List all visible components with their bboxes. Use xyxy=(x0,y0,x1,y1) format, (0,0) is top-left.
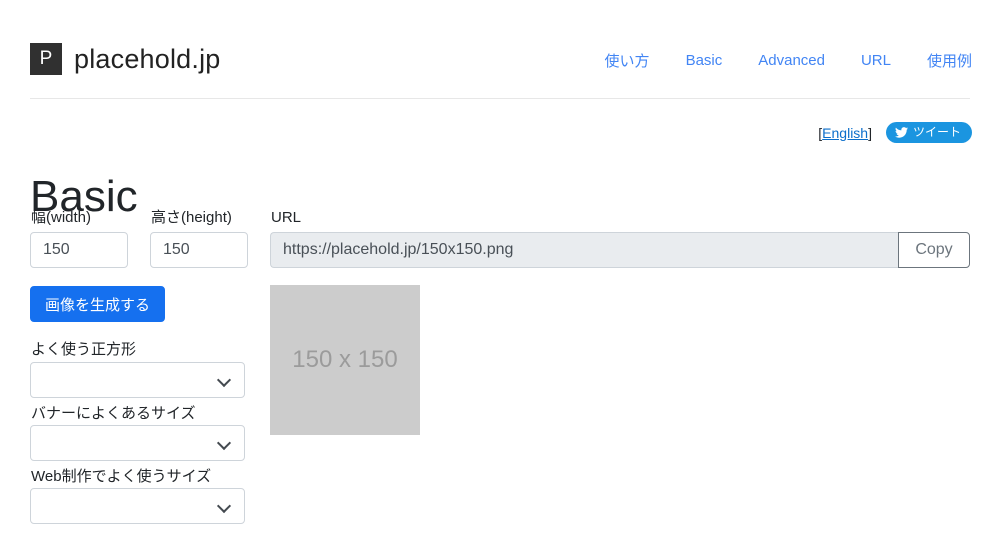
generate-image-button[interactable]: 画像を生成する xyxy=(30,286,166,322)
brand-name: placehold.jp xyxy=(74,43,221,74)
tweet-button-label: ツイート xyxy=(912,125,961,139)
web-size-select-wrap xyxy=(30,488,245,524)
site-header: P placehold.jp 使い方 Basic Advanced URL 使用… xyxy=(0,0,1000,99)
common-square-select-wrap xyxy=(30,362,245,398)
nav-item-advanced[interactable]: Advanced xyxy=(758,52,825,69)
common-square-label: よく使う正方形 xyxy=(31,341,137,358)
copy-button[interactable]: Copy xyxy=(898,232,970,268)
twitter-bird-icon xyxy=(894,127,908,138)
nav-item-basic[interactable]: Basic xyxy=(686,52,723,69)
banner-size-select[interactable] xyxy=(30,425,245,461)
image-preview: 150 x 150 xyxy=(270,285,420,435)
banner-size-select-wrap xyxy=(30,425,245,461)
url-input[interactable] xyxy=(270,232,898,268)
brand-mark-icon: P xyxy=(30,43,62,75)
tweet-button[interactable]: ツイート xyxy=(885,122,972,143)
url-label: URL xyxy=(271,209,302,226)
height-input[interactable] xyxy=(150,232,248,268)
width-input[interactable] xyxy=(30,232,128,268)
nav-item-url[interactable]: URL xyxy=(861,52,891,69)
main-nav: 使い方 Basic Advanced URL 使用例 xyxy=(605,50,972,71)
utility-row: [English] ツイート xyxy=(818,122,972,143)
nav-item-howto[interactable]: 使い方 xyxy=(605,50,650,71)
common-square-select[interactable] xyxy=(30,362,245,398)
height-label: 高さ(height) xyxy=(151,209,232,226)
width-label: 幅(width) xyxy=(31,209,92,226)
bracket-close: ] xyxy=(868,124,872,141)
url-field-group: Copy xyxy=(270,232,970,268)
web-size-label: Web制作でよく使うサイズ xyxy=(31,468,212,485)
nav-item-examples[interactable]: 使用例 xyxy=(927,50,972,71)
english-link[interactable]: English xyxy=(822,125,868,141)
image-preview-label: 150 x 150 xyxy=(292,346,398,373)
header-divider xyxy=(30,98,970,99)
language-switcher: [English] xyxy=(818,125,872,141)
web-size-select[interactable] xyxy=(30,488,245,524)
brand-logo[interactable]: P placehold.jp xyxy=(30,43,221,75)
banner-size-label: バナーによくあるサイズ xyxy=(31,405,196,422)
